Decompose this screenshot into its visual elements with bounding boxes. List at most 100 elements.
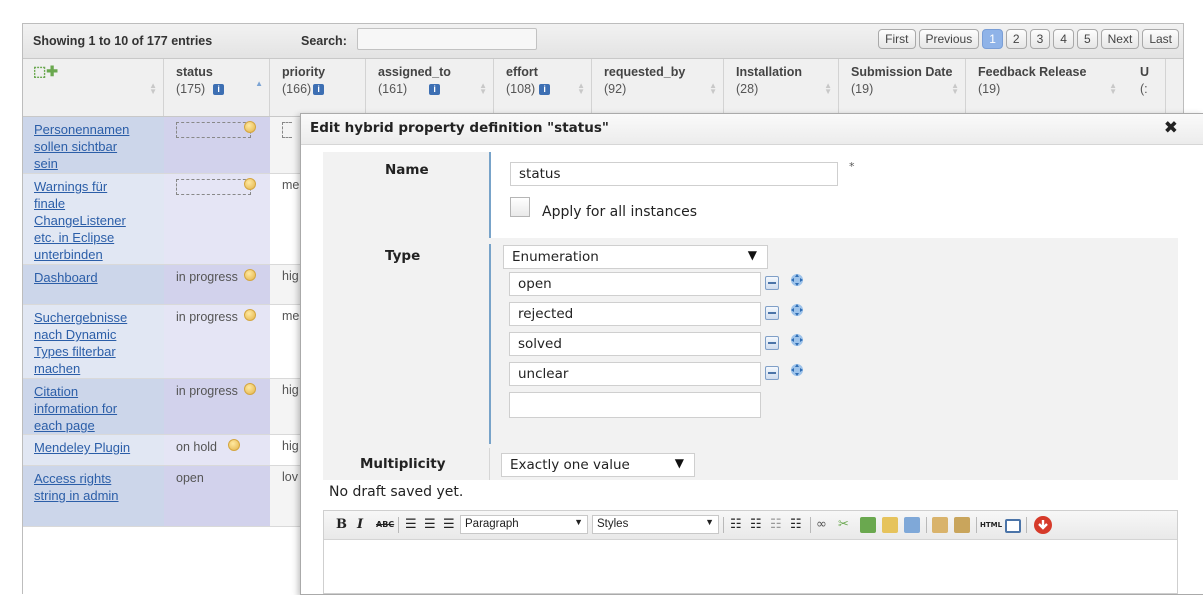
column-header-installation[interactable]: Installation (28) ▲ ▼ (724, 59, 839, 116)
format-select[interactable]: Paragraph ▼ (460, 515, 588, 534)
bold-button[interactable]: B (336, 517, 347, 532)
column-header-assigned-to[interactable]: assigned_to (161) i ▲ ▼ (366, 59, 494, 116)
paste-word-icon[interactable] (954, 517, 970, 533)
sort-icon: ▲ ▼ (1109, 81, 1117, 96)
page-2-button[interactable]: 2 (1005, 29, 1027, 49)
page-next-button[interactable]: Next (1100, 29, 1140, 49)
enum-value-input[interactable]: solved (509, 332, 761, 356)
move-handle-icon[interactable] (789, 272, 805, 288)
page-5-button[interactable]: 5 (1076, 29, 1098, 49)
info-icon[interactable]: i (429, 84, 441, 96)
info-icon[interactable]: i (539, 84, 551, 96)
image-icon[interactable] (860, 517, 876, 533)
strikethrough-button[interactable]: ABC (376, 520, 394, 529)
add-column-header[interactable]: ⬚✚ ▲ ▼ (23, 59, 164, 116)
page-4-button[interactable]: 4 (1053, 29, 1074, 49)
numbered-list-icon[interactable]: ☷ (750, 517, 762, 532)
column-header-status[interactable]: status (175) i ▲ (164, 59, 270, 116)
align-right-icon[interactable]: ☰ (443, 517, 455, 532)
add-column-icon[interactable]: ⬚✚ (33, 63, 58, 80)
save-download-icon[interactable] (1033, 515, 1053, 535)
column-header-feedback-release[interactable]: Feedback Release (19) ▲ ▼ U (: (966, 59, 1166, 116)
search-input[interactable] (357, 28, 537, 50)
help-icon[interactable] (904, 517, 920, 533)
status-icon (244, 309, 256, 321)
type-label: Type (385, 248, 421, 264)
align-left-icon[interactable]: ☰ (405, 517, 417, 532)
multiplicity-select[interactable]: Exactly one value ▼ (501, 453, 695, 477)
remove-value-icon[interactable] (765, 306, 779, 320)
close-icon[interactable]: ✖ (1164, 118, 1178, 138)
remove-value-icon[interactable] (765, 366, 779, 380)
apply-all-checkbox[interactable] (510, 197, 530, 217)
status-cell[interactable] (164, 117, 270, 173)
move-handle-icon[interactable] (789, 302, 805, 318)
status-cell[interactable]: on hold (164, 435, 270, 465)
status-cell[interactable]: in progress (164, 265, 270, 304)
row-link[interactable]: Citation information for each page (34, 384, 117, 433)
edit-placeholder[interactable] (176, 179, 251, 195)
link-icon[interactable]: ∞ (816, 517, 827, 532)
align-center-icon[interactable]: ☰ (424, 517, 436, 532)
unlink-icon[interactable]: ✂ (838, 517, 849, 532)
search-label: Search: (301, 34, 347, 48)
name-cell: Mendeley Plugin (23, 435, 164, 465)
info-icon[interactable]: i (313, 84, 325, 96)
name-cell: Suchergebnisse nach Dynamic Types filterba… (23, 305, 164, 378)
move-handle-icon[interactable] (789, 332, 805, 348)
enum-value-input[interactable]: unclear (509, 362, 761, 386)
page-first-button[interactable]: First (878, 29, 916, 49)
row-link[interactable]: Access rights string in admin (34, 471, 119, 503)
row-link[interactable]: Personennamen sollen sichtbar sein (34, 122, 129, 171)
remove-value-icon[interactable] (765, 276, 779, 290)
page-1-button[interactable]: 1 (982, 29, 1003, 49)
page-previous-button[interactable]: Previous (918, 29, 980, 49)
remove-value-icon[interactable] (765, 336, 779, 350)
draft-status: No draft saved yet. (329, 484, 464, 500)
status-cell[interactable]: in progress (164, 305, 270, 378)
indent-icon[interactable]: ☷ (790, 517, 802, 532)
row-link[interactable]: Suchergebnisse nach Dynamic Types filterba… (34, 310, 127, 376)
paste-text-icon[interactable] (932, 517, 948, 533)
row-link[interactable]: Mendeley Plugin (34, 440, 130, 455)
status-cell[interactable]: in progress (164, 379, 270, 434)
page-3-button[interactable]: 3 (1029, 29, 1051, 49)
fullscreen-icon[interactable] (1005, 519, 1021, 533)
table-toolbar: Showing 1 to 10 of 177 entries Search: F… (23, 24, 1183, 59)
edit-placeholder[interactable] (176, 122, 251, 138)
edit-placeholder[interactable] (282, 122, 292, 138)
status-cell[interactable]: open (164, 466, 270, 526)
styles-select[interactable]: Styles ▼ (592, 515, 719, 534)
column-header-submission-date[interactable]: Submission Date (19) ▲ ▼ (839, 59, 966, 116)
sort-icon: ▲ ▼ (577, 81, 585, 96)
status-cell[interactable] (164, 174, 270, 264)
move-handle-icon[interactable] (789, 362, 805, 378)
enum-value-input[interactable]: open (509, 272, 761, 296)
type-select[interactable]: Enumeration ▼ (503, 245, 768, 269)
cleanup-icon[interactable] (882, 517, 898, 533)
column-header-requested-by[interactable]: requested_by (92) ▲ ▼ (592, 59, 724, 116)
outdent-icon[interactable]: ☷ (770, 517, 782, 532)
column-header-priority[interactable]: priority (166) i (270, 59, 366, 116)
column-header-effort[interactable]: effort (108) i ▲ ▼ (494, 59, 592, 116)
sort-asc-icon: ▲ (255, 79, 263, 88)
enum-new-value-input[interactable] (509, 392, 761, 418)
row-link[interactable]: Warnings für finale ChangeListener etc. in … (34, 179, 126, 262)
rich-text-editor: B I ABC ☰ ☰ ☰ Paragraph ▼ Styles ▼ ☷ ☷ ☷ ☷… (323, 510, 1178, 594)
row-link[interactable]: Dashboard (34, 270, 98, 285)
required-mark: * (849, 160, 855, 173)
italic-button[interactable]: I (357, 517, 363, 532)
property-form: Name status * Apply for all instances Ty… (323, 152, 1178, 480)
multiplicity-label: Multiplicity (360, 456, 446, 472)
enum-value-input[interactable]: rejected (509, 302, 761, 326)
html-source-button[interactable]: HTML (980, 521, 1002, 529)
chevron-down-icon: ▼ (574, 517, 583, 527)
status-icon (244, 269, 256, 281)
info-icon[interactable]: i (213, 84, 225, 96)
name-input[interactable]: status (510, 162, 838, 186)
page-last-button[interactable]: Last (1142, 29, 1179, 49)
name-label: Name (385, 162, 429, 178)
dialog-titlebar[interactable]: Edit hybrid property definition "status"… (301, 114, 1203, 145)
bullet-list-icon[interactable]: ☷ (730, 517, 742, 532)
sort-icon: ▲ ▼ (824, 81, 832, 96)
